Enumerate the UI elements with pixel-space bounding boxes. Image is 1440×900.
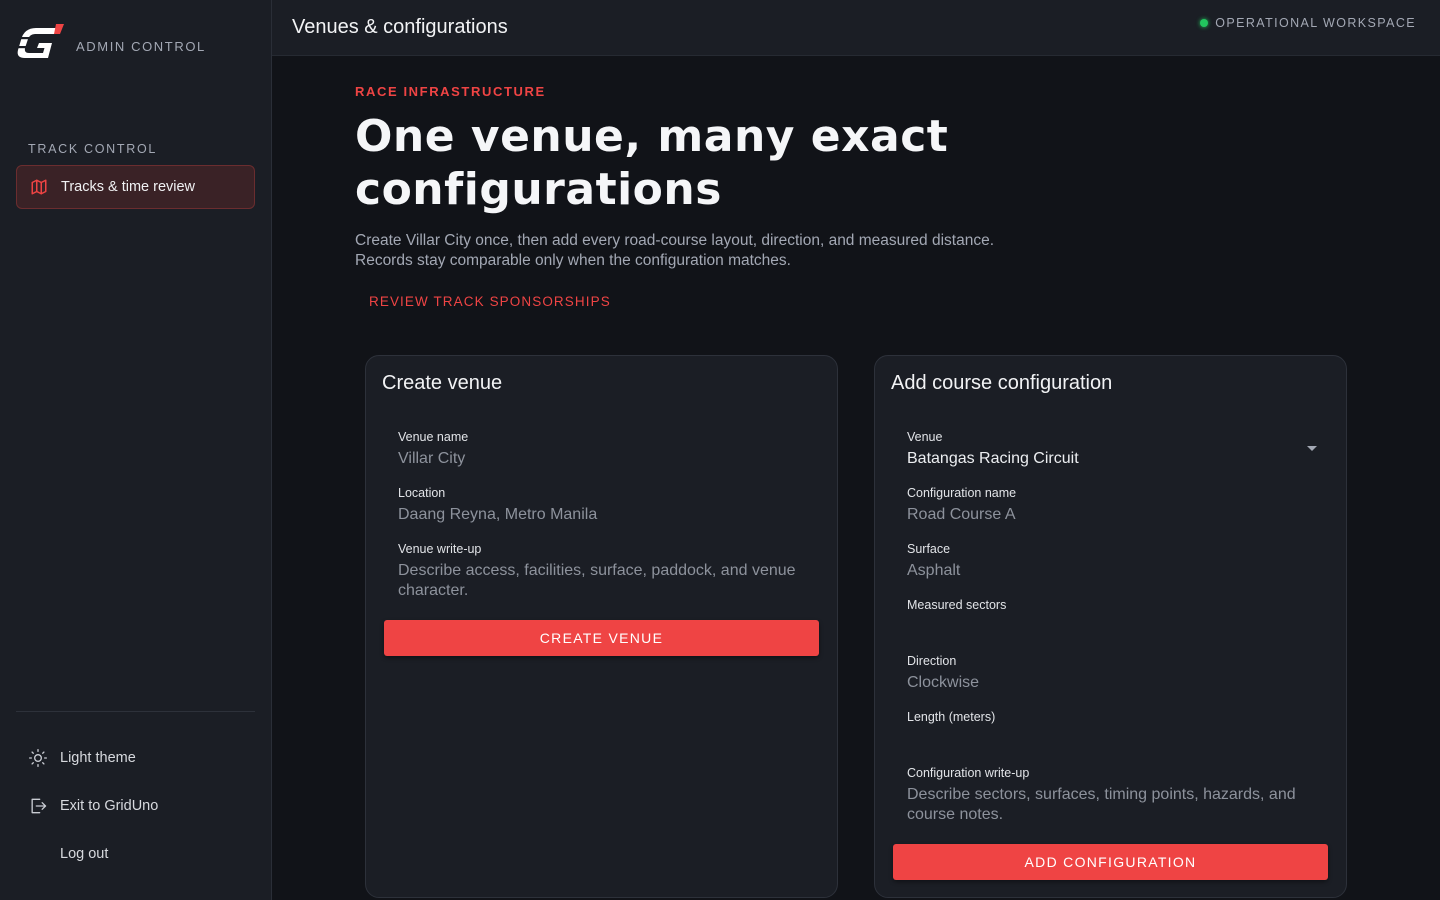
description-line-2: Records stay comparable only when the co… [355, 252, 791, 269]
status-badge: OPERATIONAL WORKSPACE [1200, 16, 1416, 30]
create-venue-card: Create venue Venue name Villar City Loca… [365, 355, 838, 898]
measured-sectors-field[interactable]: Measured sectors [907, 598, 1317, 617]
sun-icon [29, 749, 47, 767]
direction-field[interactable]: Direction Clockwise [907, 654, 1317, 693]
field-value: Batangas Racing Circuit [907, 450, 1079, 467]
field-label: Length (meters) [907, 710, 996, 724]
field-label: Location [398, 486, 446, 500]
location-field[interactable]: Location Daang Reyna, Metro Manila [398, 486, 808, 525]
exit-to-griduno-button[interactable]: Exit to GridUno [28, 796, 158, 816]
venue-select[interactable]: Venue Batangas Racing Circuit [907, 430, 1317, 469]
eyebrow-label: RACE INFRASTRUCTURE [355, 84, 546, 99]
brand[interactable]: ADMIN CONTROL [16, 24, 206, 62]
brand-subtitle: ADMIN CONTROL [76, 38, 206, 54]
light-theme-label: Light theme [60, 750, 136, 766]
description-line-1: Create Villar City once, then add every … [355, 232, 995, 249]
topbar: Venues & configurations OPERATIONAL WORK… [272, 0, 1440, 56]
field-placeholder: Describe access, facilities, surface, pa… [398, 562, 796, 599]
hero-description: Create Villar City once, then add every … [355, 231, 1115, 271]
log-out-button[interactable]: Log out [60, 846, 108, 862]
status-dot-icon [1200, 19, 1209, 27]
field-label: Measured sectors [907, 598, 1007, 612]
sidebar: ADMIN CONTROL TRACK CONTROL Tracks & tim… [0, 0, 272, 900]
field-placeholder: Road Course A [907, 506, 1016, 523]
app-root: ADMIN CONTROL TRACK CONTROL Tracks & tim… [0, 0, 1440, 900]
add-configuration-button[interactable]: ADD CONFIGURATION [893, 844, 1328, 880]
hero-headline: One venue, many exact configurations [355, 111, 949, 215]
field-placeholder: Daang Reyna, Metro Manila [398, 506, 598, 523]
sidebar-divider [16, 711, 255, 712]
field-label: Surface [907, 542, 951, 556]
field-placeholder: Describe sectors, surfaces, timing point… [907, 786, 1296, 823]
field-label: Venue write-up [398, 542, 482, 556]
create-venue-button[interactable]: CREATE VENUE [384, 620, 819, 656]
status-text: OPERATIONAL WORKSPACE [1215, 16, 1416, 30]
field-placeholder: Villar City [398, 450, 466, 467]
sidebar-item-label: Tracks & time review [61, 179, 196, 195]
add-configuration-card: Add course configuration Venue Batangas … [874, 355, 1347, 898]
length-meters-field[interactable]: Length (meters) [907, 710, 1317, 729]
log-out-label: Log out [60, 846, 109, 862]
venue-write-up-field[interactable]: Venue write-up Describe access, faciliti… [398, 542, 808, 601]
map-icon [31, 179, 47, 195]
sidebar-item-tracks-time-review[interactable]: Tracks & time review [16, 165, 255, 209]
venue-name-field[interactable]: Venue name Villar City [398, 430, 808, 469]
field-label: Venue name [398, 430, 469, 444]
light-theme-button[interactable]: Light theme [28, 748, 136, 768]
page-title: Venues & configurations [292, 16, 508, 38]
field-placeholder: Clockwise [907, 674, 980, 691]
card-title: Add course configuration [891, 372, 1113, 394]
surface-field[interactable]: Surface Asphalt [907, 542, 1317, 581]
card-title: Create venue [382, 372, 503, 394]
field-label: Direction [907, 654, 957, 668]
field-placeholder: Asphalt [907, 562, 961, 579]
field-label: Venue [907, 430, 943, 444]
exit-to-griduno-label: Exit to GridUno [60, 798, 159, 814]
section-label-track-control: TRACK CONTROL [28, 142, 158, 156]
brand-logo-icon [16, 24, 64, 58]
field-label: Configuration name [907, 486, 1017, 500]
field-label: Configuration write-up [907, 766, 1030, 780]
chevron-down-icon [1307, 446, 1317, 451]
review-sponsorships-link[interactable]: REVIEW TRACK SPONSORSHIPS [355, 290, 625, 313]
configuration-write-up-field[interactable]: Configuration write-up Describe sectors,… [907, 766, 1317, 825]
configuration-name-field[interactable]: Configuration name Road Course A [907, 486, 1317, 525]
exit-icon [31, 798, 47, 814]
